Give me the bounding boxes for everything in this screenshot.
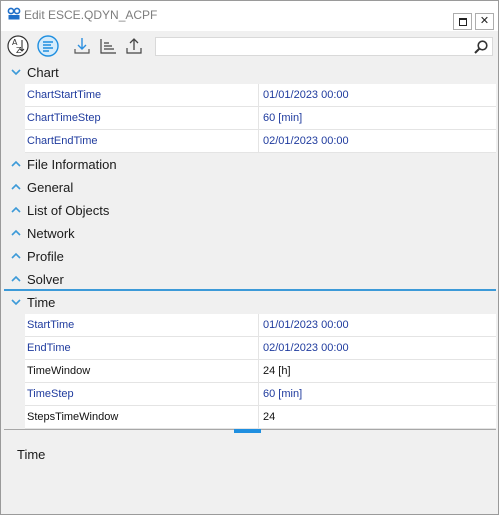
property-value[interactable]: 24 [259, 406, 496, 429]
export-button[interactable] [123, 35, 145, 57]
property-grid: Chart ChartStartTime 01/01/2023 00:00 Ch… [4, 61, 496, 429]
search-input[interactable] [155, 37, 493, 56]
category-network[interactable]: Network [4, 222, 496, 245]
category-label: Profile [27, 249, 64, 264]
splitter-grip[interactable] [234, 429, 261, 433]
property-value[interactable]: 60 [min] [259, 383, 496, 406]
chevron-up-icon[interactable] [10, 245, 22, 268]
restore-button[interactable] [453, 13, 472, 30]
restore-icon [458, 18, 467, 26]
chevron-up-icon[interactable] [10, 176, 22, 199]
import-button[interactable] [71, 35, 93, 57]
sort-categorized-button[interactable] [37, 35, 59, 57]
chevron-up-icon[interactable] [10, 199, 22, 222]
chevron-up-icon[interactable] [10, 222, 22, 245]
property-name: EndTime [25, 337, 259, 360]
property-name: ChartTimeStep [25, 107, 259, 130]
category-label: Time [27, 295, 56, 310]
property-name: StartTime [25, 314, 259, 337]
property-name: StepsTimeWindow [25, 406, 259, 429]
app-icon [7, 7, 21, 20]
sort-alphabetical-icon: A Z [7, 35, 29, 57]
chevron-up-icon[interactable] [10, 153, 22, 176]
property-row[interactable]: StepsTimeWindow 24 [25, 406, 496, 429]
category-time[interactable]: Time [4, 291, 496, 314]
category-general[interactable]: General [4, 176, 496, 199]
property-value[interactable]: 24 [h] [259, 360, 496, 383]
property-row[interactable]: ChartTimeStep 60 [min] [25, 107, 496, 130]
property-name: ChartEndTime [25, 130, 259, 153]
category-chart[interactable]: Chart [4, 61, 496, 84]
outline-button[interactable] [97, 35, 119, 57]
property-row[interactable]: StartTime 01/01/2023 00:00 [25, 314, 496, 337]
property-row[interactable]: EndTime 02/01/2023 00:00 [25, 337, 496, 360]
search-icon[interactable] [473, 39, 489, 55]
sort-alphabetical-button[interactable]: A Z [7, 35, 29, 57]
title-bar: Edit ESCE.QDYN_ACPF ✕ [1, 1, 498, 31]
category-profile[interactable]: Profile [4, 245, 496, 268]
category-label: List of Objects [27, 203, 110, 218]
import-icon [74, 38, 90, 54]
outline-icon [100, 39, 116, 54]
property-row[interactable]: TimeWindow 24 [h] [25, 360, 496, 383]
help-panel: Time [4, 434, 496, 512]
property-name: TimeWindow [25, 360, 259, 383]
close-button[interactable]: ✕ [475, 13, 494, 30]
editor-window: Edit ESCE.QDYN_ACPF ✕ A Z Chart ChartSta… [0, 0, 499, 515]
property-row[interactable]: ChartStartTime 01/01/2023 00:00 [25, 84, 496, 107]
property-value[interactable]: 01/01/2023 00:00 [259, 314, 496, 337]
chevron-down-icon[interactable] [10, 291, 22, 314]
property-name: TimeStep [25, 383, 259, 406]
category-label: Chart [27, 65, 59, 80]
chevron-down-icon[interactable] [10, 61, 22, 84]
property-value[interactable]: 60 [min] [259, 107, 496, 130]
category-file-information[interactable]: File Information [4, 153, 496, 176]
export-icon [126, 38, 142, 54]
category-label: Solver [27, 272, 64, 287]
category-list-of-objects[interactable]: List of Objects [4, 199, 496, 222]
help-title: Time [17, 447, 46, 462]
property-value[interactable]: 02/01/2023 00:00 [259, 337, 496, 360]
category-label: Network [27, 226, 75, 241]
chevron-up-icon[interactable] [10, 268, 22, 291]
category-label: File Information [27, 157, 117, 172]
category-solver[interactable]: Solver [4, 268, 496, 291]
property-value[interactable]: 02/01/2023 00:00 [259, 130, 496, 153]
property-value[interactable]: 01/01/2023 00:00 [259, 84, 496, 107]
window-title: Edit ESCE.QDYN_ACPF [24, 8, 158, 22]
sort-categorized-icon [37, 35, 59, 57]
property-row[interactable]: TimeStep 60 [min] [25, 383, 496, 406]
property-name: ChartStartTime [25, 84, 259, 107]
property-row[interactable]: ChartEndTime 02/01/2023 00:00 [25, 130, 496, 153]
category-label: General [27, 180, 74, 195]
